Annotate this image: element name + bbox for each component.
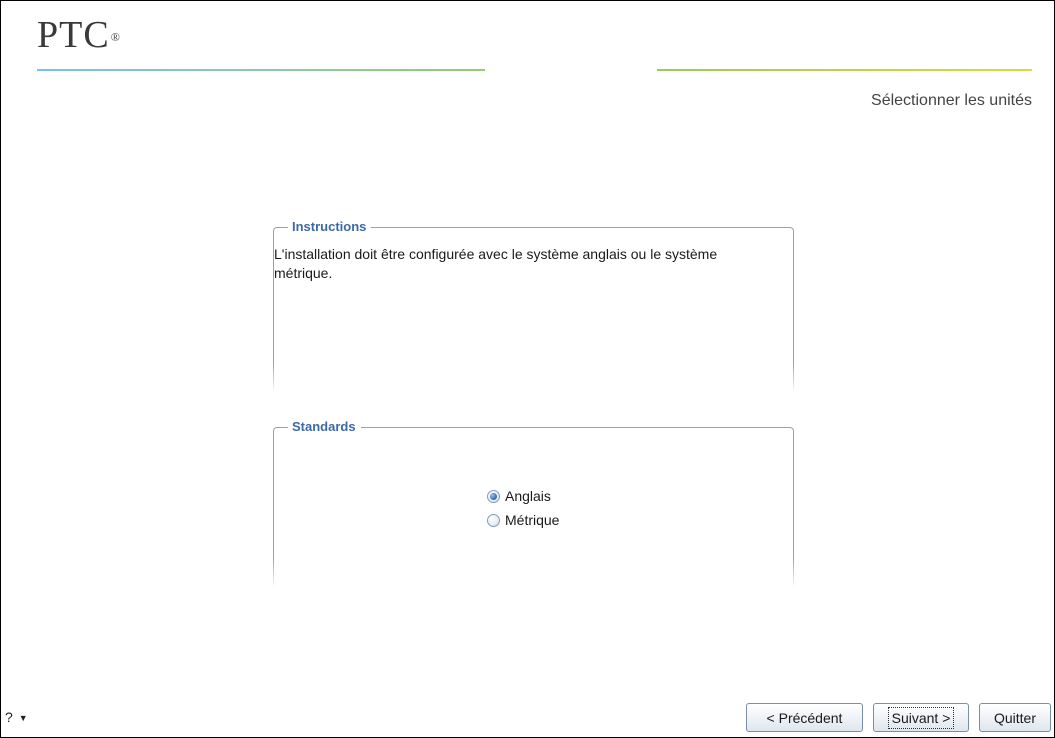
installer-window: PTC® Sélectionner les unités Instruction… bbox=[0, 0, 1055, 738]
standards-legend: Standards bbox=[288, 419, 361, 435]
step-title: Sélectionner les unités bbox=[871, 92, 1032, 109]
instructions-group: Instructions L'installation doit être co… bbox=[273, 219, 794, 393]
radio-button-metrique[interactable] bbox=[487, 513, 500, 527]
radio-option-metrique[interactable]: Métrique bbox=[487, 508, 559, 532]
radio-button-anglais[interactable] bbox=[487, 489, 500, 503]
header-rule-left bbox=[37, 69, 485, 71]
radio-label-anglais: Anglais bbox=[505, 488, 551, 504]
caret-down-icon: ▼ bbox=[18, 713, 28, 724]
units-radio-group: Anglais Métrique bbox=[487, 484, 559, 532]
next-button-label: Suivant > bbox=[887, 706, 955, 729]
registered-mark: ® bbox=[110, 30, 121, 44]
next-button[interactable]: Suivant > bbox=[873, 703, 969, 732]
previous-button[interactable]: < Précédent bbox=[746, 703, 863, 732]
standards-group: Standards Anglais Métrique bbox=[273, 419, 794, 588]
header-rule-right bbox=[657, 69, 1032, 71]
ptc-logo: PTC® bbox=[37, 15, 121, 55]
radio-label-metrique: Métrique bbox=[505, 512, 560, 528]
help-label: ? bbox=[5, 709, 13, 725]
instructions-text: L'installation doit être configurée avec… bbox=[274, 246, 718, 281]
instructions-legend: Instructions bbox=[288, 219, 372, 235]
help-menu[interactable]: ? ▼ bbox=[5, 709, 28, 725]
radio-option-anglais[interactable]: Anglais bbox=[487, 484, 559, 508]
logo-text: PTC bbox=[37, 14, 110, 56]
quit-button[interactable]: Quitter bbox=[979, 703, 1051, 732]
